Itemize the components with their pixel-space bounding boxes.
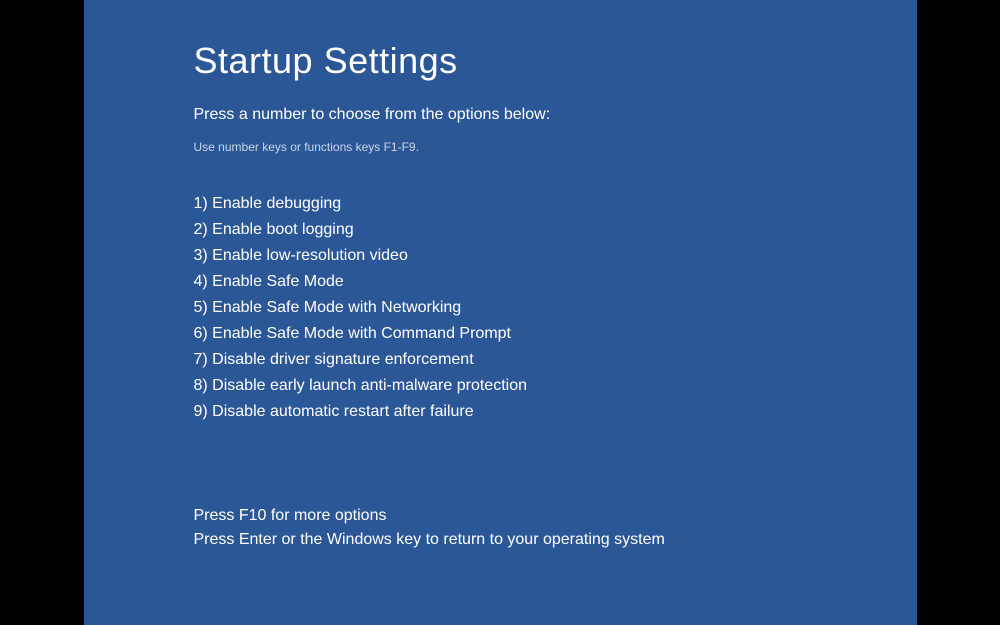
key-hint-text: Use number keys or functions keys F1-F9. xyxy=(194,140,917,154)
page-title: Startup Settings xyxy=(194,40,917,82)
boot-option-5[interactable]: 5) Enable Safe Mode with Networking xyxy=(194,296,917,320)
boot-option-2[interactable]: 2) Enable boot logging xyxy=(194,218,917,242)
boot-option-1[interactable]: 1) Enable debugging xyxy=(194,192,917,216)
return-hint: Press Enter or the Windows key to return… xyxy=(194,528,917,552)
boot-option-3[interactable]: 3) Enable low-resolution video xyxy=(194,244,917,268)
startup-settings-screen: Startup Settings Press a number to choos… xyxy=(84,0,917,625)
boot-option-4[interactable]: 4) Enable Safe Mode xyxy=(194,270,917,294)
instruction-text: Press a number to choose from the option… xyxy=(194,106,917,124)
boot-option-8[interactable]: 8) Disable early launch anti-malware pro… xyxy=(194,374,917,398)
boot-option-7[interactable]: 7) Disable driver signature enforcement xyxy=(194,348,917,372)
boot-option-9[interactable]: 9) Disable automatic restart after failu… xyxy=(194,400,917,424)
boot-options-list: 1) Enable debugging 2) Enable boot loggi… xyxy=(194,192,917,424)
more-options-hint: Press F10 for more options xyxy=(194,504,917,528)
boot-option-6[interactable]: 6) Enable Safe Mode with Command Prompt xyxy=(194,322,917,346)
